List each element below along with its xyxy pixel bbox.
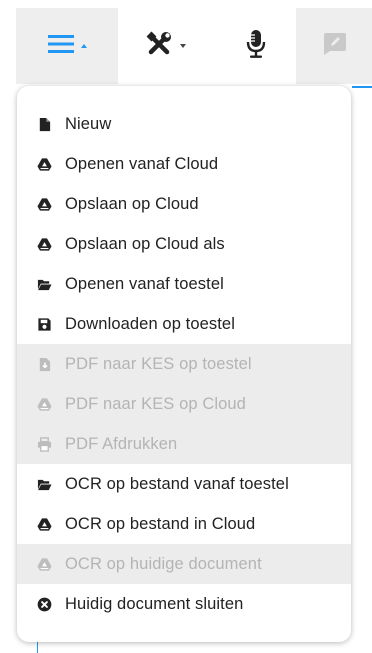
menu-item-downloaden-op-toestel[interactable]: Downloaden op toestel: [17, 304, 351, 344]
menu-item-ocr-op-bestand-vanaf-toestel[interactable]: OCR op bestand vanaf toestel: [17, 464, 351, 504]
cloud-drive-icon: [36, 196, 52, 212]
menu-item-opslaan-op-cloud-als[interactable]: Opslaan op Cloud als: [17, 224, 351, 264]
cloud-drive-icon: [36, 556, 52, 572]
menu-item-label: Openen vanaf toestel: [65, 274, 224, 293]
menu-item-label: Downloaden op toestel: [65, 314, 235, 333]
menu-item-label: Opslaan op Cloud als: [65, 234, 225, 253]
menu-item-ocr-op-bestand-in-cloud[interactable]: OCR op bestand in Cloud: [17, 504, 351, 544]
file-menu-dropdown: Nieuw Openen vanaf Cloud Opslaan op Cloud O…: [17, 86, 351, 642]
menu-item-pdf-naar-kes-op-cloud: PDF naar KES op Cloud: [17, 384, 351, 424]
tools-icon: [145, 30, 173, 63]
tools-button[interactable]: [118, 8, 212, 84]
cloud-drive-icon: [36, 516, 52, 532]
cloud-drive-icon: [36, 236, 52, 252]
cloud-drive-icon: [36, 156, 52, 172]
accent-underline: [352, 86, 372, 88]
menu-item-label: Huidig document sluiten: [65, 594, 244, 613]
comment-button[interactable]: [296, 8, 372, 84]
microphone-icon: [246, 29, 266, 64]
menu-item-label: Openen vanaf Cloud: [65, 154, 219, 173]
cloud-drive-icon: [36, 396, 52, 412]
menu-item-openen-vanaf-cloud[interactable]: Openen vanaf Cloud: [17, 144, 351, 184]
folder-open-icon: [36, 276, 52, 292]
menu-item-pdf-afdrukken: PDF Afdrukken: [17, 424, 351, 464]
hamburger-icon: [47, 34, 74, 58]
menu-item-label: OCR op bestand in Cloud: [65, 514, 256, 533]
menu-list: Nieuw Openen vanaf Cloud Opslaan op Cloud O…: [17, 104, 351, 624]
comment-edit-icon: [321, 32, 347, 61]
menu-item-label: OCR op huidige document: [65, 554, 262, 573]
save-icon: [36, 316, 52, 332]
menu-item-ocr-op-huidige-document: OCR op huidige document: [17, 544, 351, 584]
menu-item-openen-vanaf-toestel[interactable]: Openen vanaf toestel: [17, 264, 351, 304]
menu-item-label: PDF naar KES op Cloud: [65, 394, 246, 413]
printer-icon: [36, 436, 52, 452]
menu-item-label: Nieuw: [65, 114, 112, 133]
file-download-icon: [36, 356, 52, 372]
menu-item-nieuw[interactable]: Nieuw: [17, 104, 351, 144]
close-circle-icon: [36, 596, 52, 612]
menu-item-label: OCR op bestand vanaf toestel: [65, 474, 289, 493]
menu-button[interactable]: [16, 8, 118, 84]
menu-item-opslaan-op-cloud[interactable]: Opslaan op Cloud: [17, 184, 351, 224]
chevron-up-icon: [80, 44, 87, 48]
menu-item-label: PDF naar KES op toestel: [65, 354, 252, 373]
microphone-button[interactable]: [225, 8, 287, 84]
menu-item-huidig-document-sluiten[interactable]: Huidig document sluiten: [17, 584, 351, 624]
toolbar: [0, 0, 372, 88]
menu-item-label: Opslaan op Cloud: [65, 194, 199, 213]
chevron-down-icon: [179, 44, 186, 48]
new-file-icon: [36, 116, 52, 132]
folder-open-icon: [36, 476, 52, 492]
menu-item-pdf-naar-kes-op-toestel: PDF naar KES op toestel: [17, 344, 351, 384]
menu-item-label: PDF Afdrukken: [65, 434, 178, 453]
